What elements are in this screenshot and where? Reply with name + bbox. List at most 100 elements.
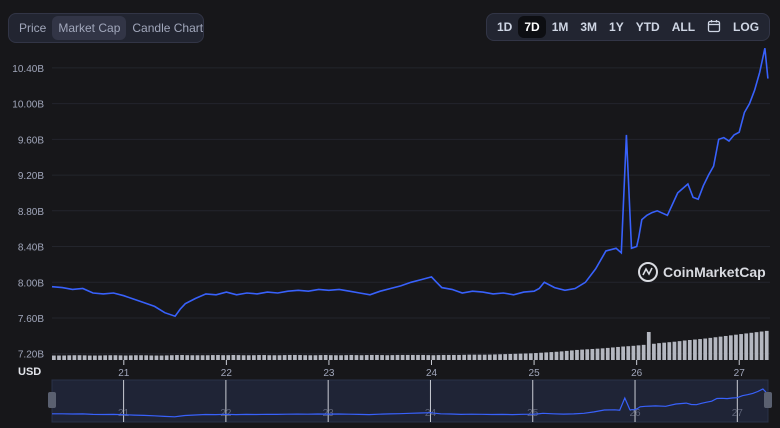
volume-bar — [513, 353, 518, 360]
volume-bar — [636, 345, 641, 360]
volume-bar — [169, 355, 174, 360]
y-axis: 10.40B 10.00B 9.60B 9.20B 8.80B 8.40B 8.00B 7.6… — [12, 64, 44, 361]
volume-bar — [482, 354, 487, 360]
volume-bar — [375, 354, 379, 360]
volume-bar — [611, 347, 615, 360]
volume-bar — [154, 355, 159, 360]
volume-bar — [344, 355, 349, 360]
y-tick-label: 10.00B — [12, 100, 44, 111]
volume-bar — [128, 355, 133, 360]
volume-bar — [77, 355, 82, 360]
y-tick-label: 8.80B — [18, 207, 44, 218]
x-tick-label: 27 — [734, 368, 746, 379]
volume-bar — [457, 354, 461, 360]
volume-bar — [139, 355, 143, 360]
volume-bar — [436, 355, 441, 360]
volume-bar — [287, 354, 292, 360]
volume-bar — [72, 355, 77, 360]
volume-bar — [267, 355, 272, 360]
volume-bar — [210, 355, 215, 360]
volume-bar — [252, 355, 256, 360]
volume-bar — [359, 355, 364, 360]
volume-bar — [200, 355, 205, 360]
volume-bar — [734, 334, 738, 360]
volume-bar — [411, 354, 415, 360]
volume-bar — [421, 354, 425, 360]
volume-bar — [682, 340, 687, 360]
volume-bar — [498, 354, 502, 360]
volume-bar — [369, 354, 374, 360]
volume-bar — [82, 355, 87, 360]
volume-bar — [646, 332, 651, 360]
volume-bar — [339, 355, 343, 360]
volume-bar — [221, 355, 225, 360]
volume-bar — [185, 355, 190, 360]
volume-bar — [723, 335, 728, 360]
volume-bar — [108, 355, 113, 360]
volume-bar — [467, 354, 472, 360]
volume-bar — [667, 342, 672, 360]
navigator-tick-label: 22 — [220, 408, 232, 419]
volume-bar — [764, 330, 769, 360]
volume-bar — [246, 355, 251, 360]
volume-bar — [749, 332, 754, 360]
volume-bar — [446, 354, 451, 360]
volume-bar — [282, 355, 287, 360]
volume-bar — [554, 351, 559, 360]
volume-bar — [149, 355, 154, 360]
volume-bar — [400, 354, 405, 360]
volume-bar — [452, 354, 456, 360]
volume-bar — [616, 346, 620, 360]
volume-bar — [113, 355, 118, 360]
volume-bar — [534, 353, 538, 360]
volume-bar — [713, 337, 718, 360]
volume-bar — [477, 354, 482, 360]
volume-bar — [652, 343, 656, 360]
volume-bars — [52, 330, 769, 360]
volume-bar — [487, 354, 492, 360]
volume-bar — [657, 343, 661, 360]
volume-bar — [728, 335, 733, 360]
volume-bar — [708, 337, 713, 360]
volume-bar — [575, 349, 579, 360]
volume-bar — [693, 339, 697, 360]
volume-bar — [293, 354, 297, 360]
volume-bar — [67, 355, 72, 360]
volume-bar — [518, 353, 523, 360]
y-tick-label: 7.60B — [18, 314, 44, 325]
volume-bar — [677, 341, 682, 360]
volume-bar — [159, 355, 164, 360]
volume-bar — [134, 355, 138, 360]
x-tick-label: 21 — [118, 368, 130, 379]
volume-bar — [226, 355, 231, 360]
volume-bar — [493, 354, 497, 360]
volume-bar — [462, 354, 467, 360]
navigator-left-handle[interactable] — [48, 392, 56, 408]
x-tick-label: 22 — [221, 368, 233, 379]
y-tick-label: 8.40B — [18, 243, 44, 254]
volume-bar — [380, 355, 384, 360]
volume-bar — [62, 355, 66, 360]
volume-bar — [441, 354, 446, 360]
volume-bar — [754, 332, 759, 360]
volume-bar — [308, 355, 313, 360]
volume-bar — [631, 345, 636, 360]
x-tick-label: 24 — [426, 368, 438, 379]
volume-bar — [718, 336, 723, 360]
range-navigator[interactable]: 21 22 23 24 25 26 27 — [48, 379, 772, 423]
volume-bar — [318, 355, 323, 360]
volume-bar — [744, 333, 749, 360]
volume-bar — [123, 355, 128, 360]
volume-bar — [93, 355, 97, 360]
volume-bar — [621, 346, 625, 360]
volume-bar — [175, 355, 179, 360]
volume-bar — [416, 354, 420, 360]
volume-bar — [385, 355, 390, 360]
volume-bar — [698, 339, 702, 360]
navigator-right-handle[interactable] — [764, 392, 772, 408]
y-tick-label: 9.20B — [18, 171, 44, 182]
y-tick-label: 9.60B — [18, 135, 44, 146]
volume-bar — [549, 352, 554, 360]
volume-bar — [87, 355, 92, 360]
watermark-text: CoinMarketCap — [663, 264, 766, 280]
